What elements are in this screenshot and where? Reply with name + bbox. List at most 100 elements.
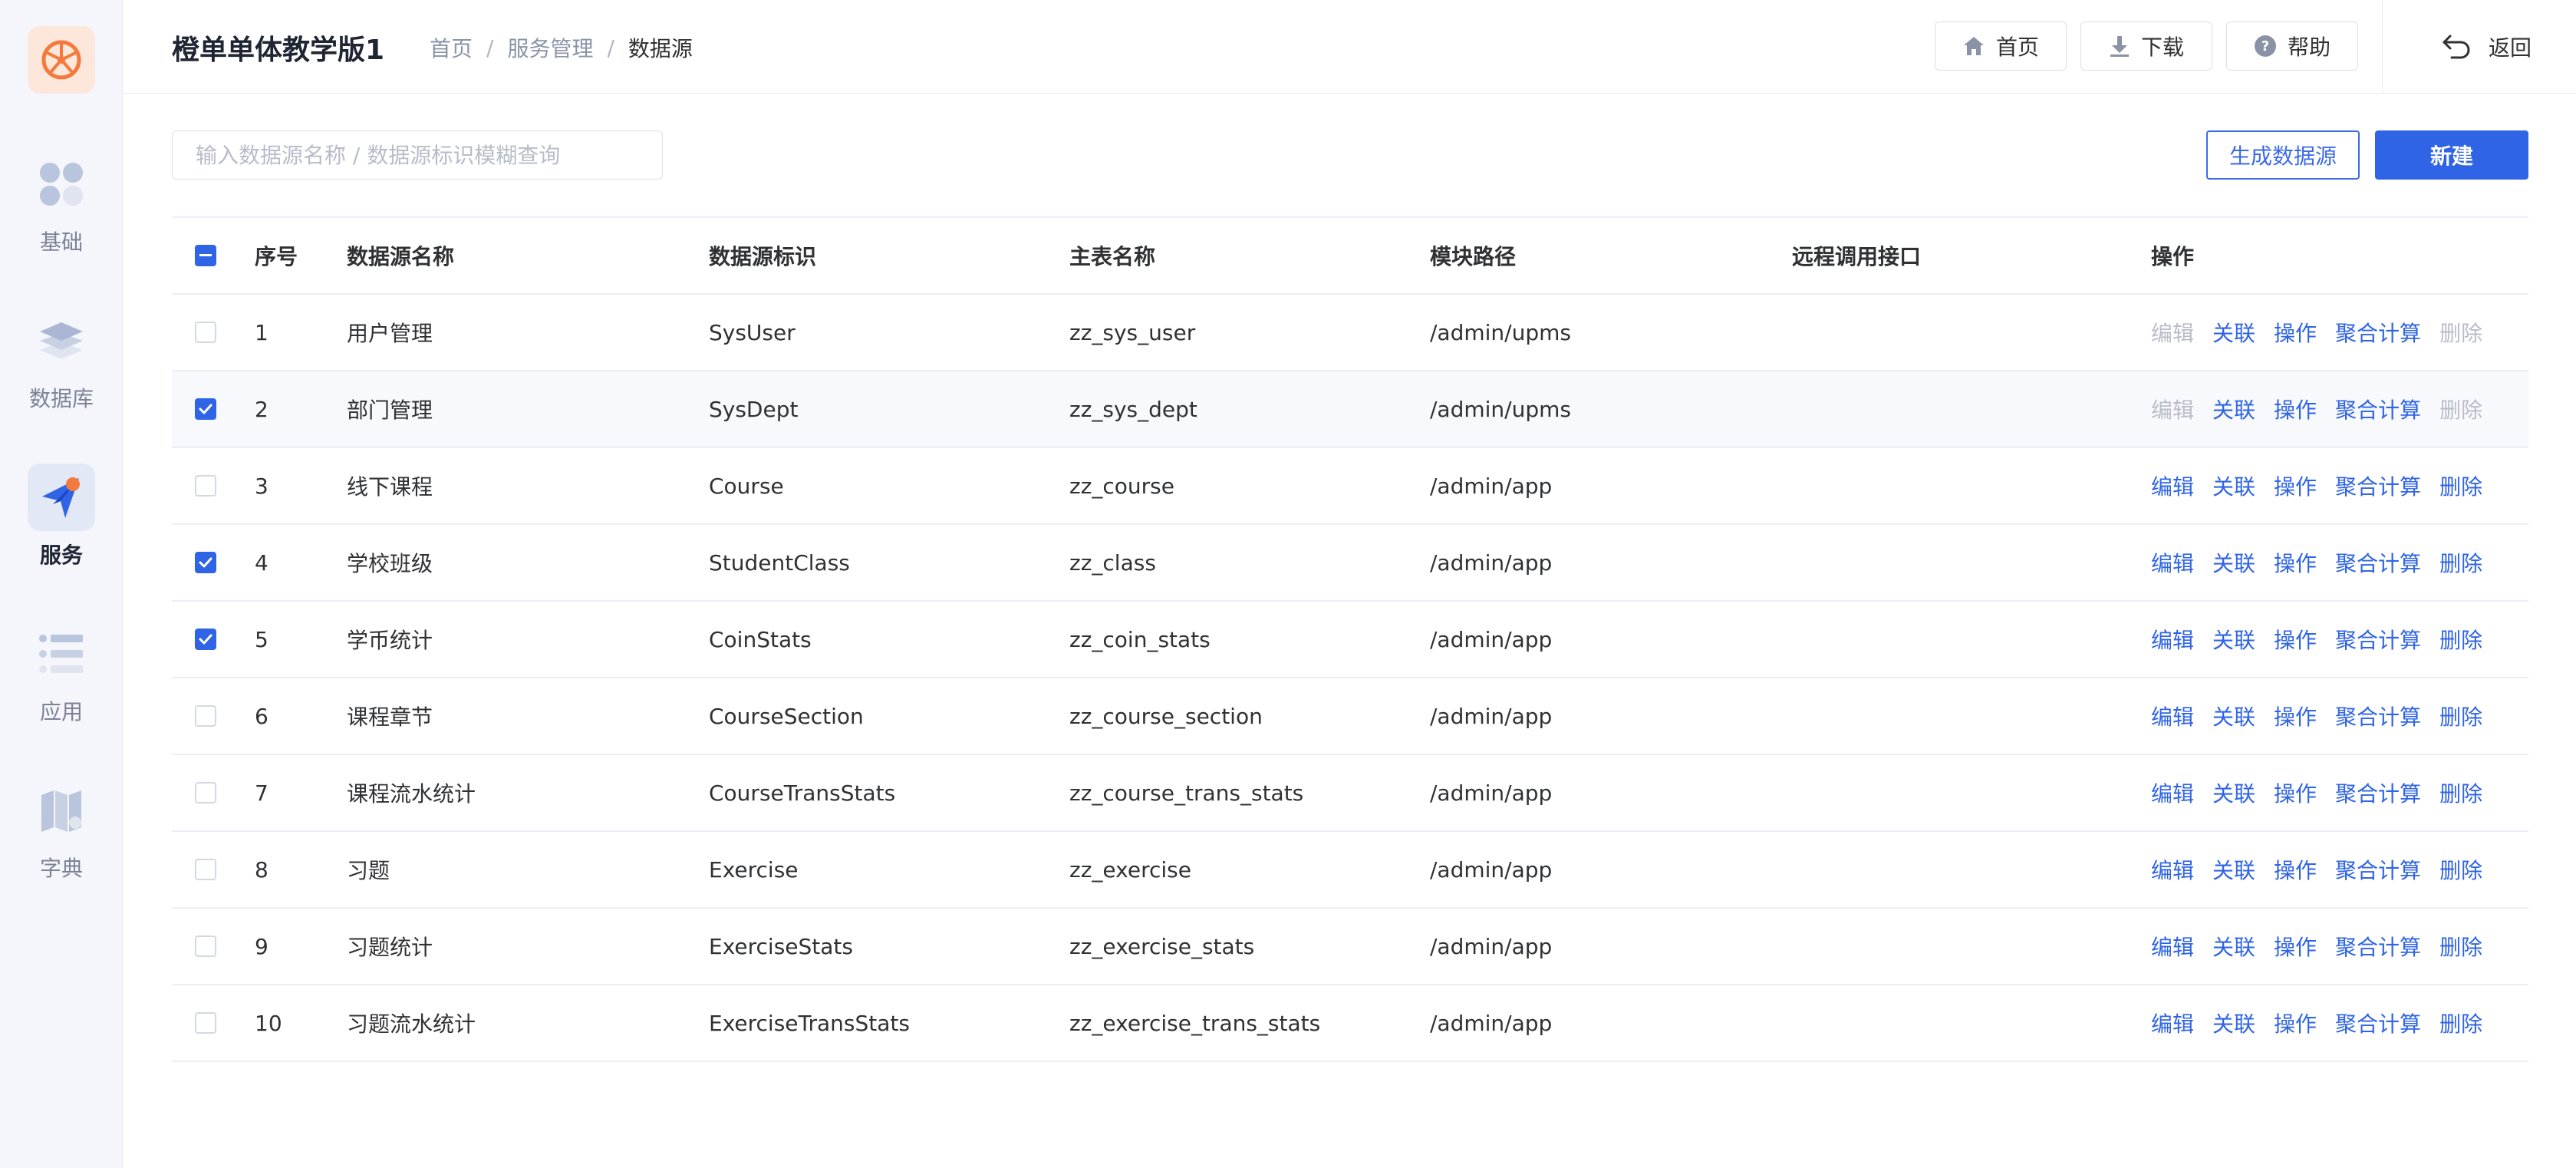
sidebar-item-service[interactable]: 服务 <box>0 464 123 569</box>
cell-variable: ExerciseStats <box>709 933 853 959</box>
cell-variable: CoinStats <box>709 626 812 652</box>
relation-link[interactable]: 关联 <box>2212 470 2255 501</box>
relation-link[interactable]: 关联 <box>2212 1008 2255 1038</box>
relation-link[interactable]: 关联 <box>2212 701 2255 731</box>
row-checkbox[interactable] <box>195 782 216 803</box>
edit-link[interactable]: 编辑 <box>2151 777 2194 808</box>
delete-link[interactable]: 删除 <box>2439 777 2482 808</box>
delete-link[interactable]: 删除 <box>2439 854 2482 885</box>
new-button[interactable]: 新建 <box>2375 130 2528 180</box>
sidebar-item-database[interactable]: 数据库 <box>0 307 123 413</box>
row-checkbox[interactable] <box>195 398 216 420</box>
table-row[interactable]: 8 习题 Exercise zz_exercise/admin/app 编辑 关联 操作 聚合… <box>172 832 2528 909</box>
table-row[interactable]: 1 用户管理 SysUser zz_sys_user/admin/upms 编辑 关联 操作… <box>172 295 2528 371</box>
aggregate-link[interactable]: 聚合计算 <box>2335 854 2421 885</box>
column-header-module-path: 模块路径 <box>1430 244 1517 269</box>
table-row[interactable]: 5 学币统计 CoinStats zz_coin_stats/admin/app 编辑关… <box>172 602 2528 678</box>
relation-link[interactable]: 关联 <box>2212 624 2255 655</box>
sidebar-item-basic[interactable]: 基础 <box>0 150 123 256</box>
relation-link[interactable]: 关联 <box>2212 854 2255 885</box>
cell-index: 9 <box>255 933 268 959</box>
operation-link[interactable]: 操作 <box>2274 470 2317 501</box>
relation-link[interactable]: 关联 <box>2212 547 2255 578</box>
edit-link[interactable]: 编辑 <box>2151 1008 2194 1038</box>
back-button-label: 返回 <box>2489 35 2532 61</box>
row-checkbox[interactable] <box>195 552 216 573</box>
sidebar-item-label: 字典 <box>39 856 83 881</box>
operation-link[interactable]: 操作 <box>2274 854 2317 885</box>
delete-link[interactable]: 删除 <box>2439 624 2482 655</box>
aggregate-link[interactable]: 聚合计算 <box>2335 701 2421 731</box>
cell-index: 6 <box>255 703 268 729</box>
operation-link[interactable]: 操作 <box>2274 931 2317 962</box>
aggregate-link[interactable]: 聚合计算 <box>2335 931 2421 962</box>
aggregate-link[interactable]: 聚合计算 <box>2335 317 2421 348</box>
row-checkbox[interactable] <box>195 705 216 727</box>
row-checkbox[interactable] <box>195 629 216 650</box>
aggregate-link[interactable]: 聚合计算 <box>2335 547 2421 578</box>
table-row[interactable]: 9 习题统计 ExerciseStats zz_exercise_stats/admi… <box>172 909 2528 985</box>
row-checkbox[interactable] <box>195 322 216 343</box>
sidebar-item-dictionary[interactable]: 字典 <box>0 777 123 883</box>
delete-link[interactable]: 删除 <box>2439 547 2482 578</box>
relation-link[interactable]: 关联 <box>2212 317 2255 348</box>
operation-link[interactable]: 操作 <box>2274 394 2317 424</box>
relation-link[interactable]: 关联 <box>2212 777 2255 808</box>
select-all-checkbox[interactable] <box>195 245 216 266</box>
aggregate-link[interactable]: 聚合计算 <box>2335 777 2421 808</box>
search-input[interactable] <box>172 130 663 180</box>
aggregate-link[interactable]: 聚合计算 <box>2335 470 2421 501</box>
relation-link[interactable]: 关联 <box>2212 931 2255 962</box>
home-button[interactable]: 首页 <box>1935 21 2067 71</box>
cell-name: 学校班级 <box>347 551 433 576</box>
aggregate-link[interactable]: 聚合计算 <box>2335 394 2421 424</box>
edit-link[interactable]: 编辑 <box>2151 701 2194 731</box>
table-row[interactable]: 6 课程章节 CourseSection zz_course_section/admi… <box>172 678 2528 755</box>
table-row[interactable]: 10 习题流水统计 ExerciseTransStats zz_exercise_tr… <box>172 985 2528 1062</box>
edit-link[interactable]: 编辑 <box>2151 854 2194 885</box>
delete-link[interactable]: 删除 <box>2439 701 2482 731</box>
delete-link[interactable]: 删除 <box>2439 1008 2482 1038</box>
table-row[interactable]: 3 线下课程 Course zz_course/admin/app 编辑 关联 操作 聚合计算… <box>172 448 2528 525</box>
edit-link[interactable]: 编辑 <box>2151 931 2194 962</box>
back-button[interactable]: 返回 <box>2441 28 2532 66</box>
cell-variable: Exercise <box>709 856 799 883</box>
row-checkbox[interactable] <box>195 859 216 880</box>
download-button-label: 下载 <box>2140 35 2184 60</box>
operation-link[interactable]: 操作 <box>2274 317 2317 348</box>
cell-index: 1 <box>255 319 268 345</box>
row-checkbox[interactable] <box>195 1012 216 1034</box>
help-button[interactable]: ? 帮助 <box>2226 21 2358 71</box>
generate-datasource-button[interactable]: 生成数据源 <box>2206 130 2360 180</box>
breadcrumb: 首页 / 服务管理 / 数据源 <box>430 32 693 63</box>
breadcrumb-home[interactable]: 首页 <box>430 32 473 63</box>
row-checkbox[interactable] <box>195 475 216 497</box>
relation-link[interactable]: 关联 <box>2212 394 2255 424</box>
download-button[interactable]: 下载 <box>2080 21 2212 71</box>
edit-link[interactable]: 编辑 <box>2151 624 2194 655</box>
aggregate-link[interactable]: 聚合计算 <box>2335 624 2421 655</box>
operation-link[interactable]: 操作 <box>2274 547 2317 578</box>
cell-index: 4 <box>255 549 268 576</box>
table-row[interactable]: 2 部门管理 SysDept zz_sys_dept/admin/upms 编辑 关联 操作… <box>172 371 2528 448</box>
row-operations: 编辑 关联 操作 聚合计算 删除 <box>2151 832 2501 907</box>
edit-link[interactable]: 编辑 <box>2151 547 2194 578</box>
cell-main-table: zz_exercise_stats <box>1069 933 1255 959</box>
operation-link[interactable]: 操作 <box>2274 1008 2317 1038</box>
table-row[interactable]: 7 课程流水统计 CourseTransStats zz_course_trans_s… <box>172 755 2528 832</box>
aggregate-link[interactable]: 聚合计算 <box>2335 1008 2421 1038</box>
operation-link[interactable]: 操作 <box>2274 777 2317 808</box>
breadcrumb-service-management[interactable]: 服务管理 <box>507 32 593 63</box>
row-checkbox[interactable] <box>195 935 216 957</box>
sidebar-item-application[interactable]: 应用 <box>0 620 123 726</box>
delete-link[interactable]: 删除 <box>2439 931 2482 962</box>
delete-link: 删除 <box>2439 398 2483 423</box>
table-row[interactable]: 4 学校班级 StudentClass zz_class/admin/app 编辑 关联操… <box>172 525 2528 602</box>
cell-variable: SysDept <box>709 396 799 422</box>
row-operations: 编辑 关联 操作 聚合计算 删除 <box>2151 448 2501 523</box>
operation-link[interactable]: 操作 <box>2274 624 2317 655</box>
edit-link[interactable]: 编辑 <box>2151 470 2194 501</box>
delete-link[interactable]: 删除 <box>2439 470 2482 501</box>
operation-link[interactable]: 操作 <box>2274 701 2317 731</box>
app-logo[interactable] <box>28 26 95 94</box>
